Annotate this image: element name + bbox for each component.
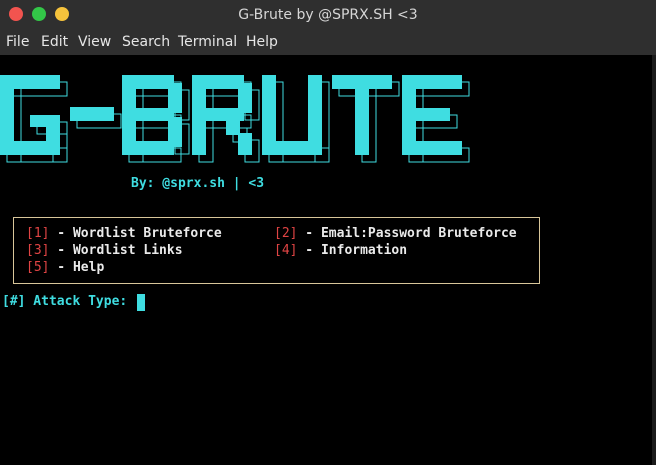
option-number: [5]	[26, 260, 50, 275]
logo-letter	[402, 75, 470, 163]
option-label: - Email:Password Bruteforce	[297, 226, 517, 241]
terminal-scrollbar[interactable]	[652, 55, 656, 465]
option-information: [4] - Information	[274, 243, 407, 258]
window-title: G-Brute by @SPRX.SH <3	[238, 7, 418, 23]
attack-menu-box: [1] - Wordlist Bruteforce [2] - Email:Pa…	[13, 217, 540, 284]
logo-letter	[192, 75, 260, 163]
menu-terminal[interactable]: Terminal	[178, 30, 237, 55]
menu-view[interactable]: View	[78, 30, 111, 55]
logo-letter	[70, 107, 122, 129]
logo-letter	[262, 75, 330, 163]
logo-letter	[332, 75, 400, 163]
option-email-password-bruteforce: [2] - Email:Password Bruteforce	[274, 226, 517, 241]
option-help: [5] - Help	[26, 260, 104, 275]
g-brute-ascii-logo	[0, 75, 470, 163]
menu-help[interactable]: Help	[246, 30, 278, 55]
option-label: - Help	[49, 260, 105, 275]
option-number: [3]	[26, 243, 50, 258]
option-label: - Information	[297, 243, 408, 258]
menubar: File Edit View Search Terminal Help	[0, 30, 656, 55]
attack-type-prompt: [#] Attack Type:	[2, 294, 128, 309]
option-label: - Wordlist Bruteforce	[49, 226, 222, 241]
option-label: - Wordlist Links	[49, 243, 183, 258]
menu-edit[interactable]: Edit	[41, 30, 68, 55]
logo-letter	[0, 75, 68, 163]
author-credit: By: @sprx.sh | <3	[131, 176, 265, 191]
option-wordlist-bruteforce: [1] - Wordlist Bruteforce	[26, 226, 222, 241]
logo-letter	[122, 75, 190, 163]
option-number: [4]	[274, 243, 298, 258]
terminal-cursor[interactable]	[137, 294, 145, 311]
option-number: [1]	[26, 226, 50, 241]
option-wordlist-links: [3] - Wordlist Links	[26, 243, 183, 258]
option-number: [2]	[274, 226, 298, 241]
menu-search[interactable]: Search	[122, 30, 170, 55]
menu-file[interactable]: File	[6, 30, 29, 55]
window-titlebar[interactable]: G-Brute by @SPRX.SH <3	[0, 0, 656, 30]
